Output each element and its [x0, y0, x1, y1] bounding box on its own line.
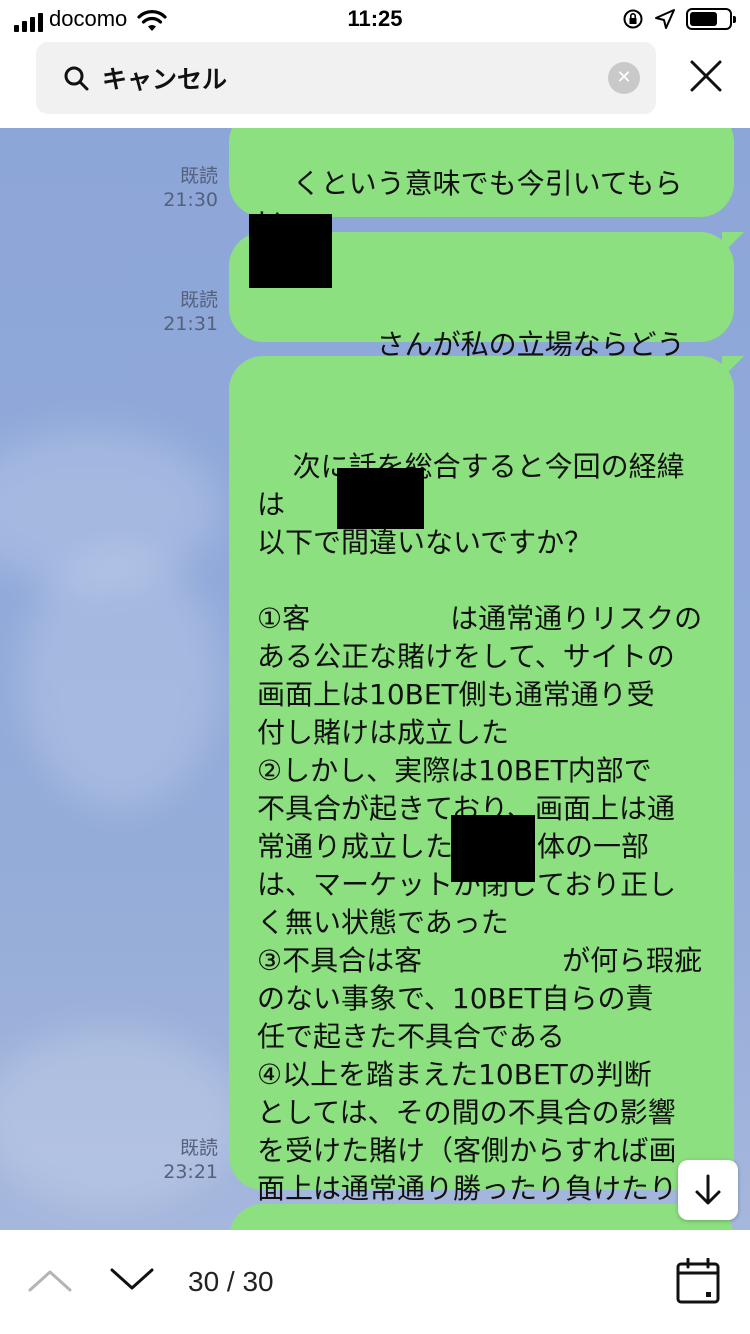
redacted-block — [451, 815, 535, 882]
status-bar: docomo 11:25 — [0, 0, 750, 40]
message-meta: 既読 21:30 — [128, 164, 218, 212]
message-bubble[interactable] — [229, 1204, 734, 1230]
status-right — [622, 8, 736, 30]
battery-icon — [686, 8, 736, 30]
read-label: 既読 — [179, 289, 218, 311]
battery-fill — [690, 12, 717, 26]
message-meta: 既読 23:21 — [128, 1136, 218, 1184]
read-label: 既読 — [179, 165, 218, 187]
message-bubble[interactable]: 次に話を総合すると今回の経緯は 以下で間違いないですか？ ①客 は通常通りリスク… — [229, 356, 744, 1230]
search-input[interactable] — [102, 54, 582, 102]
search-icon — [64, 66, 89, 91]
message-time: 21:31 — [163, 313, 218, 335]
scroll-to-bottom-button[interactable] — [678, 1160, 738, 1220]
redacted-block — [337, 468, 424, 529]
clear-icon[interactable]: ✕ — [608, 62, 640, 94]
search-header: ✕ — [0, 40, 750, 128]
result-counter: 30 / 30 — [188, 1266, 274, 1297]
close-icon[interactable] — [688, 58, 724, 94]
arrow-down-icon — [695, 1174, 721, 1205]
orientation-lock-icon — [623, 9, 643, 29]
message-time: 21:30 — [163, 189, 218, 211]
read-label: 既読 — [179, 1137, 218, 1159]
bottom-bar: 30 / 30 — [0, 1230, 750, 1334]
search-box[interactable]: ✕ — [36, 42, 656, 114]
chat-area[interactable]: 既読 21:30 くという意味でも今引いてもらい ます。 既読 21:31 さん… — [0, 128, 750, 1230]
message-bubble[interactable]: くという意味でも今引いてもらい ます。 — [229, 128, 734, 276]
message-time: 23:21 — [163, 1161, 218, 1183]
chevron-down-icon[interactable] — [108, 1264, 156, 1296]
chevron-up-icon[interactable] — [26, 1264, 74, 1296]
message-meta: 既読 21:31 — [128, 288, 218, 336]
calendar-icon[interactable] — [676, 1258, 720, 1304]
redacted-block — [249, 214, 332, 288]
location-icon — [655, 9, 675, 29]
